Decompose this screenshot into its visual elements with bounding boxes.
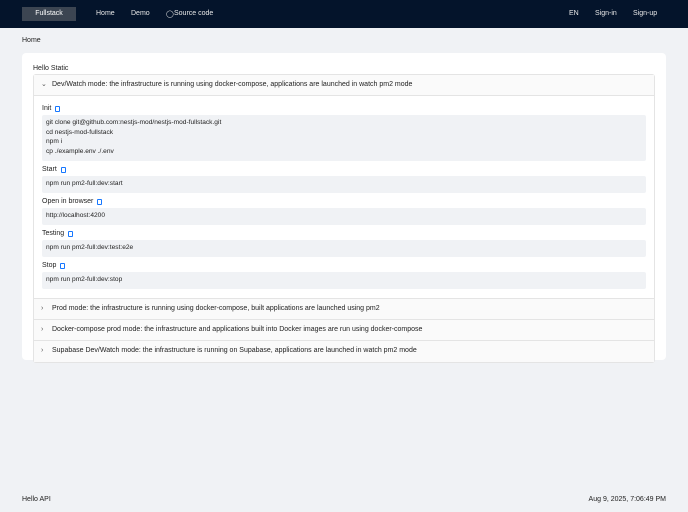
card-title: Hello Static — [33, 65, 69, 72]
copy-icon[interactable] — [55, 105, 61, 112]
copy-icon[interactable] — [60, 166, 66, 173]
top-navbar: Fullstack Home Demo ◯ Source code EN Sig… — [0, 0, 688, 28]
footer-timestamp: Aug 9, 2025, 7:06:49 PM — [588, 496, 666, 503]
breadcrumb[interactable]: Home — [22, 37, 41, 44]
panel-header-supabase[interactable]: › Supabase Dev/Watch mode: the infrastruc… — [34, 341, 654, 362]
panel-title: Dev/Watch mode: the infrastructure is ru… — [52, 81, 413, 88]
nav-home[interactable]: Home — [96, 10, 115, 17]
testing-textarea[interactable]: npm run pm2-full:dev:test:e2e — [42, 240, 646, 257]
chevron-right-icon: › — [41, 347, 44, 354]
chevron-right-icon: › — [41, 326, 44, 333]
nav-demo[interactable]: Demo — [131, 10, 150, 17]
sign-up-link[interactable]: Sign-up — [633, 10, 657, 17]
panel-body-dev-watch: Init git clone git@github.com:nestjs-mod… — [34, 96, 654, 299]
chevron-down-icon: ⌄ — [41, 81, 47, 88]
step-label: Init — [42, 105, 52, 112]
step-label: Stop — [42, 262, 57, 269]
step-label: Start — [42, 166, 57, 173]
step-label: Open in browser — [42, 198, 94, 205]
panel-title: Supabase Dev/Watch mode: the infrastruct… — [52, 347, 417, 354]
copy-icon[interactable] — [97, 198, 103, 205]
panel-header-dev-watch[interactable]: ⌄ Dev/Watch mode: the infrastructure is r… — [34, 75, 654, 96]
footer-left: Hello API — [22, 496, 51, 503]
chevron-right-icon: › — [41, 305, 44, 312]
panel-title: Docker-compose prod mode: the infrastruc… — [52, 326, 423, 333]
brand-button[interactable]: Fullstack — [22, 7, 76, 21]
start-textarea[interactable]: npm run pm2-full:dev:start — [42, 176, 646, 193]
init-textarea[interactable]: git clone git@github.com:nestjs-mod/nest… — [42, 115, 646, 161]
panel-title: Prod mode: the infrastructure is running… — [52, 305, 380, 312]
nav-source-code[interactable]: Source code — [174, 10, 213, 17]
panel-header-docker-compose-prod[interactable]: › Docker-compose prod mode: the infrastru… — [34, 320, 654, 341]
copy-icon[interactable] — [68, 230, 74, 237]
sign-in-link[interactable]: Sign-in — [595, 10, 617, 17]
language-switch[interactable]: EN — [569, 10, 579, 17]
step-label: Testing — [42, 230, 65, 237]
github-icon: ◯ — [166, 11, 174, 18]
modes-collapse: ⌄ Dev/Watch mode: the infrastructure is r… — [33, 74, 655, 363]
panel-header-prod[interactable]: › Prod mode: the infrastructure is runnin… — [34, 299, 654, 320]
stop-textarea[interactable]: npm run pm2-full:dev:stop — [42, 272, 646, 289]
copy-icon[interactable] — [60, 262, 66, 269]
open-browser-textarea[interactable]: http://localhost:4200 — [42, 208, 646, 225]
content-card: Hello Static ⌄ Dev/Watch mode: the infras… — [22, 53, 666, 363]
